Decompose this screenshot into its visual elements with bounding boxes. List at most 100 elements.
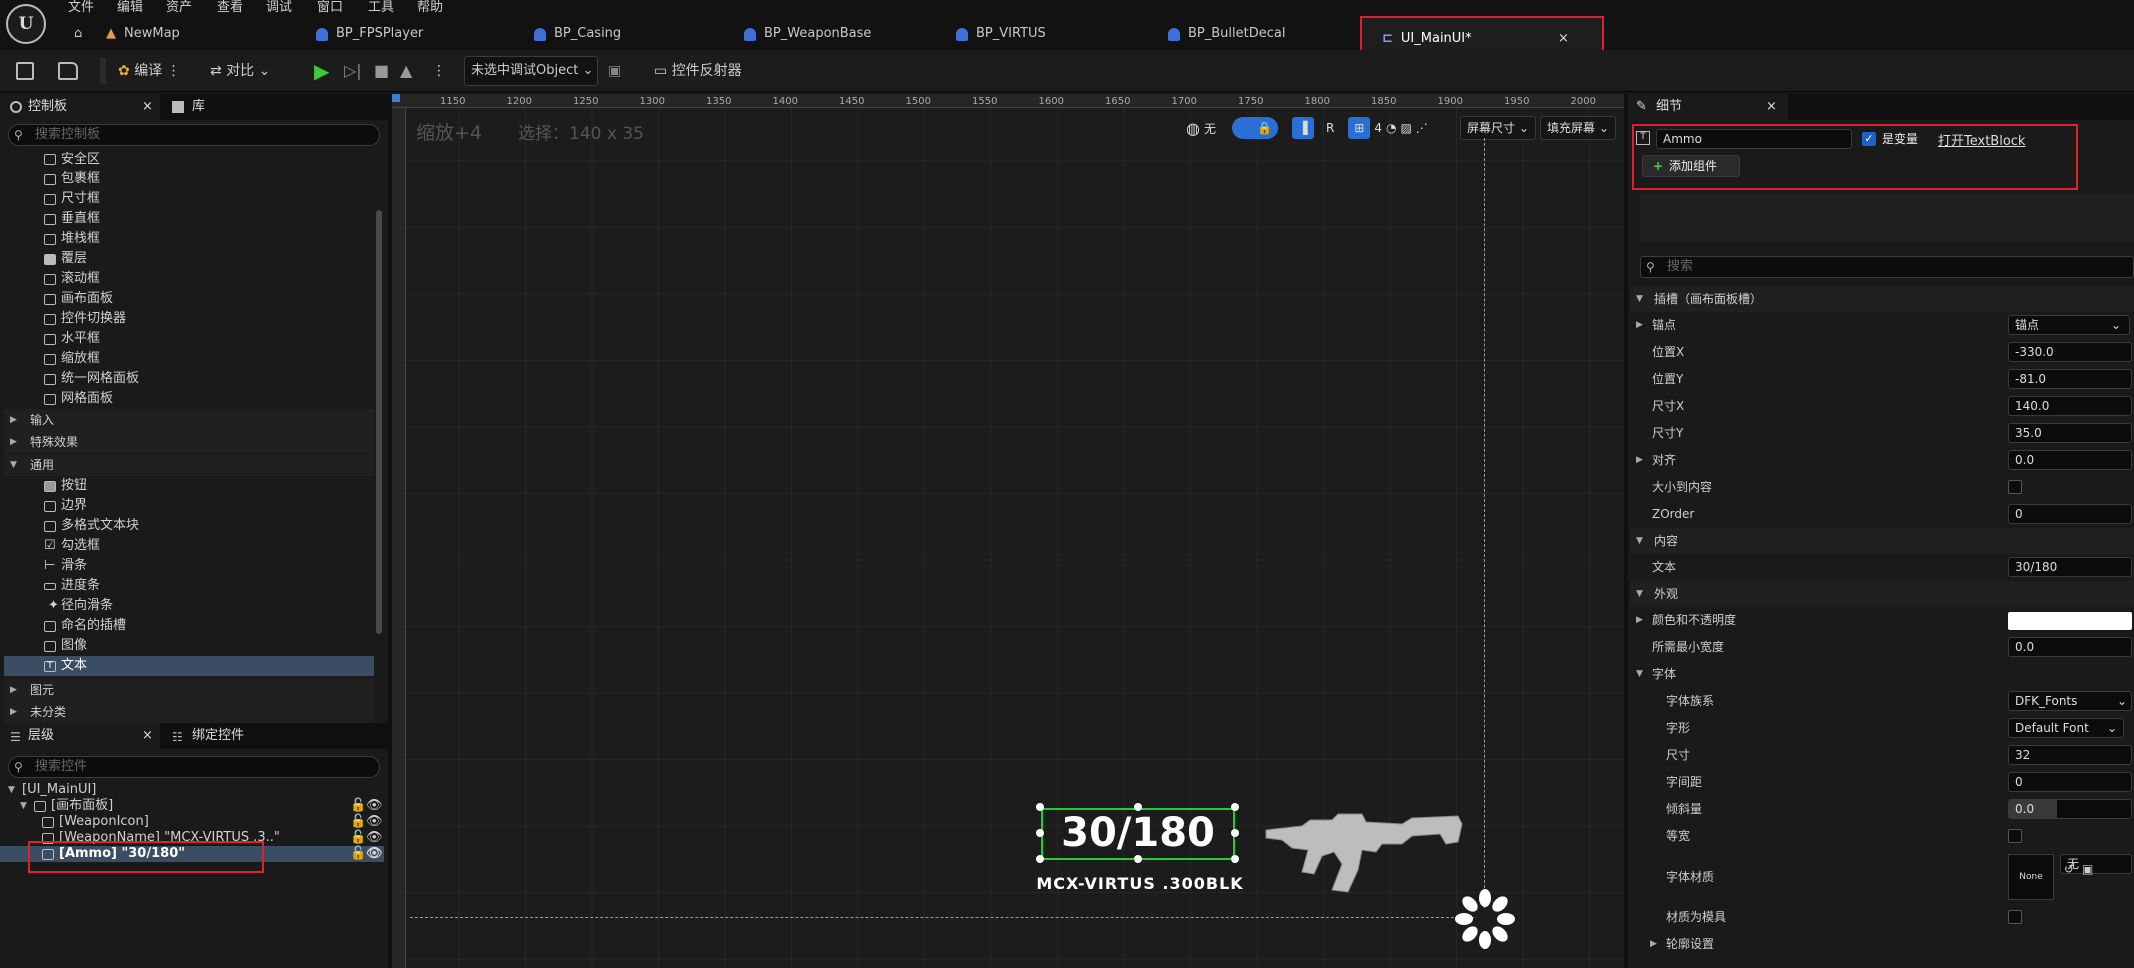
material-mask-checkbox[interactable] [2008, 910, 2022, 924]
section-slot[interactable]: ▼ 插槽（画布面板槽） [1630, 286, 2134, 312]
palette-item[interactable]: 画布面板 [0, 289, 374, 309]
size-y-input[interactable]: 35.0 [2008, 423, 2132, 443]
resize-handle[interactable] [1134, 855, 1142, 863]
resize-mode-icon[interactable]: ▐ [1291, 117, 1314, 139]
save-icon[interactable] [16, 62, 34, 80]
palette-item[interactable]: 命名的插槽 [4, 616, 374, 636]
resize-handle[interactable] [1231, 803, 1239, 811]
weapon-name-text[interactable]: MCX-VIRTUS .300BLK [1010, 874, 1270, 893]
category-effects[interactable]: ▶ 特殊效果 [4, 431, 374, 453]
eject-icon[interactable]: ▲ [400, 50, 412, 92]
palette-item[interactable]: 多格式文本块 [4, 516, 374, 536]
section-font[interactable]: ▼ 字体 [1630, 661, 2134, 688]
category-primitive[interactable]: ▶ 图元 [4, 679, 374, 701]
palette-item[interactable]: 覆层 [0, 249, 374, 269]
skew-slider-input[interactable]: 0.0 [2008, 799, 2132, 819]
palette-item[interactable]: 堆栈框 [0, 229, 374, 249]
close-icon[interactable]: × [142, 723, 153, 749]
palette-item[interactable]: 安全区 [0, 150, 374, 169]
expand-arrow-icon[interactable]: ▶ [1650, 931, 1666, 958]
eye-icon[interactable]: 👁 [366, 844, 383, 864]
dpi-icon[interactable]: ⋰ [1416, 121, 1428, 135]
unreal-logo[interactable]: U [6, 4, 46, 44]
browse-asset-icon[interactable]: ▣ [2082, 862, 2093, 876]
flash-icon[interactable]: ◔ [1386, 121, 1396, 135]
tab-bp-virtus[interactable]: BP_VIRTUS [956, 18, 1046, 50]
position-x-input[interactable]: -330.0 [2008, 342, 2132, 362]
typeface-select[interactable]: Default Font ⌄ [2008, 718, 2124, 738]
resize-handle[interactable] [1036, 855, 1044, 863]
position-y-input[interactable]: -81.0 [2008, 369, 2132, 389]
category-common[interactable]: ▼ 通用 [4, 454, 374, 476]
palette-item[interactable]: 缩放框 [0, 349, 374, 369]
palette-item[interactable]: 包裹框 [0, 169, 374, 189]
menu-tools[interactable]: 工具 [368, 0, 394, 16]
alignment-input[interactable]: 0.0 [2008, 450, 2132, 470]
tab-newmap[interactable]: ▲ NewMap [106, 18, 180, 50]
tab-bp-bulletdecal[interactable]: BP_BulletDecal [1168, 18, 1285, 50]
tab-bp-weaponbase[interactable]: BP_WeaponBase [744, 18, 871, 50]
category-uncategorized[interactable]: ▶ 未分类 [4, 701, 374, 723]
grid-snap-icon[interactable]: ⊞ [1348, 117, 1371, 139]
palette-item[interactable]: 尺寸框 [0, 189, 374, 209]
palette-item[interactable]: ⊢ 滑条 [4, 556, 374, 576]
palette-item[interactable]: 网格面板 [0, 389, 374, 409]
tab-hierarchy[interactable]: 层级 × [0, 723, 160, 749]
debug-browse-icon[interactable]: ▣ [608, 50, 621, 92]
anchor-icon[interactable] [1454, 888, 1516, 950]
palette-item[interactable]: 按钮 [4, 476, 374, 496]
zorder-input[interactable]: 0 [2008, 504, 2132, 524]
section-appearance[interactable]: ▼ 外观 [1630, 581, 2134, 607]
material-thumbnail[interactable]: None [2008, 854, 2054, 900]
screen-size-select[interactable]: 屏幕尺寸 ⌄ [1460, 116, 1536, 140]
details-search-input[interactable]: 搜索 [1640, 256, 2134, 278]
fill-screen-select[interactable]: 填充屏幕 ⌄ [1540, 116, 1616, 140]
reset-arrow-icon[interactable]: ↺ [2064, 862, 2074, 876]
palette-search-input[interactable]: 搜索控制板 [8, 124, 380, 146]
more-options-icon[interactable]: ⋮ [167, 63, 181, 79]
tab-details[interactable]: 细节 × [1628, 94, 1788, 120]
home-tab[interactable]: ⌂ [74, 18, 94, 50]
letter-spacing-input[interactable]: 0 [2008, 772, 2132, 792]
ammo-text[interactable]: 30/180 [1041, 806, 1235, 858]
palette-item[interactable]: 水平框 [0, 329, 374, 349]
tab-library[interactable]: 库 [164, 94, 205, 120]
size-to-content-checkbox[interactable] [2008, 480, 2022, 494]
tab-bp-fpsplayer[interactable]: BP_FPSPlayer [316, 18, 423, 50]
font-size-input[interactable]: 32 [2008, 745, 2132, 765]
debug-object-select[interactable]: 未选中调试Object ⌄ [464, 56, 598, 86]
localization-icon[interactable]: ◍ [1186, 119, 1200, 138]
palette-item[interactable]: 垂直框 [0, 209, 374, 229]
color-swatch[interactable] [2008, 612, 2132, 630]
widget-reflector-button[interactable]: ▭ 控件反射器 [654, 50, 742, 92]
palette-item[interactable]: 图像 [4, 636, 374, 656]
section-content[interactable]: ▼ 内容 [1630, 528, 2134, 554]
menu-help[interactable]: 帮助 [417, 0, 443, 16]
palette-item-selected[interactable]: T 文本 [4, 656, 374, 676]
compile-button[interactable]: ✿ 编译 ⋮ [118, 50, 181, 92]
palette-item[interactable]: 进度条 [4, 576, 374, 596]
panel-splitter[interactable] [1624, 94, 1628, 968]
menu-view[interactable]: 查看 [217, 0, 243, 16]
text-input[interactable]: 30/180 [2008, 557, 2132, 577]
anchors-select[interactable]: 锚点 ⌄ [2008, 315, 2130, 335]
min-width-input[interactable]: 0.0 [2008, 637, 2132, 657]
resize-handle[interactable] [1231, 829, 1239, 837]
panel-splitter[interactable] [388, 94, 392, 968]
menu-edit[interactable]: 编辑 [117, 0, 143, 16]
palette-item[interactable]: 滚动框 [0, 269, 374, 289]
monospace-checkbox[interactable] [2008, 829, 2022, 843]
tab-bp-casing[interactable]: BP_Casing [534, 18, 621, 50]
diff-button[interactable]: ⇄ 对比 ⌄ [210, 50, 270, 92]
close-icon[interactable]: × [142, 94, 153, 120]
expand-arrow-icon[interactable]: ▶ [1636, 312, 1652, 339]
stop-icon[interactable]: ■ [374, 50, 389, 92]
play-options-icon[interactable]: ⋮ [432, 50, 446, 92]
resize-handle[interactable] [1134, 803, 1142, 811]
palette-item[interactable]: 边界 [4, 496, 374, 516]
font-family-select[interactable]: DFK_Fonts ⌄ [2008, 691, 2132, 711]
browse-icon[interactable] [58, 62, 78, 80]
weapon-icon[interactable] [1262, 800, 1472, 900]
tree-item-canvas[interactable]: ▼ [画布面板] 🔓 👁 [0, 798, 384, 814]
resize-handle[interactable] [1036, 829, 1044, 837]
